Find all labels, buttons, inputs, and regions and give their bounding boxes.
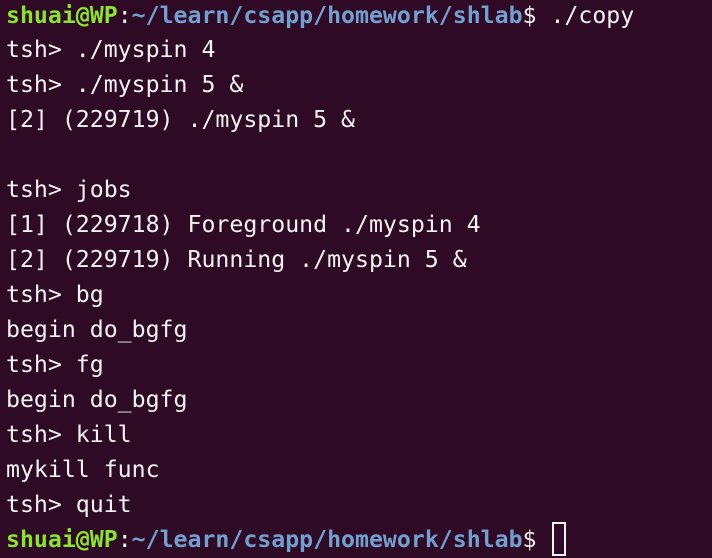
output-line: tsh> quit: [6, 491, 132, 518]
prompt-user: shuai@WP: [6, 526, 118, 553]
prompt-line[interactable]: shuai@WP:~/learn/csapp/homework/shlab$: [6, 522, 712, 557]
prompt-colon: :: [117, 526, 132, 553]
output-line: tsh> fg: [6, 351, 104, 378]
prompt-colon: :: [117, 2, 132, 29]
output-line: [2] (229719) ./myspin 5 &: [6, 106, 356, 133]
command-text: ./copy: [550, 2, 635, 29]
output-line: begin do_bgfg: [6, 386, 188, 413]
prompt-path: ~/learn/csapp/homework/shlab: [131, 2, 523, 29]
output-line: [2] (229719) Running ./myspin 5 &: [6, 246, 467, 273]
prompt-line: shuai@WP:~/learn/csapp/homework/shlab$ .…: [6, 0, 712, 32]
prompt-user: shuai@WP: [6, 2, 118, 29]
prompt-symbol: $: [522, 526, 551, 553]
output-line: tsh> kill: [6, 421, 132, 448]
output-line: tsh> ./myspin 5 &: [6, 71, 244, 98]
output-line: tsh> bg: [6, 281, 104, 308]
prompt-symbol: $: [522, 2, 551, 29]
text-cursor[interactable]: [552, 522, 567, 556]
prompt-path: ~/learn/csapp/homework/shlab: [131, 526, 523, 553]
output-line: mykill func: [6, 456, 160, 483]
output-line: begin do_bgfg: [6, 316, 188, 343]
output-line: [1] (229718) Foreground ./myspin 4: [6, 211, 481, 238]
output-line: tsh> ./myspin 4: [6, 36, 216, 63]
terminal-window[interactable]: shuai@WP:~/learn/csapp/homework/shlab$ .…: [0, 0, 712, 558]
output-line: tsh> jobs: [6, 176, 132, 203]
